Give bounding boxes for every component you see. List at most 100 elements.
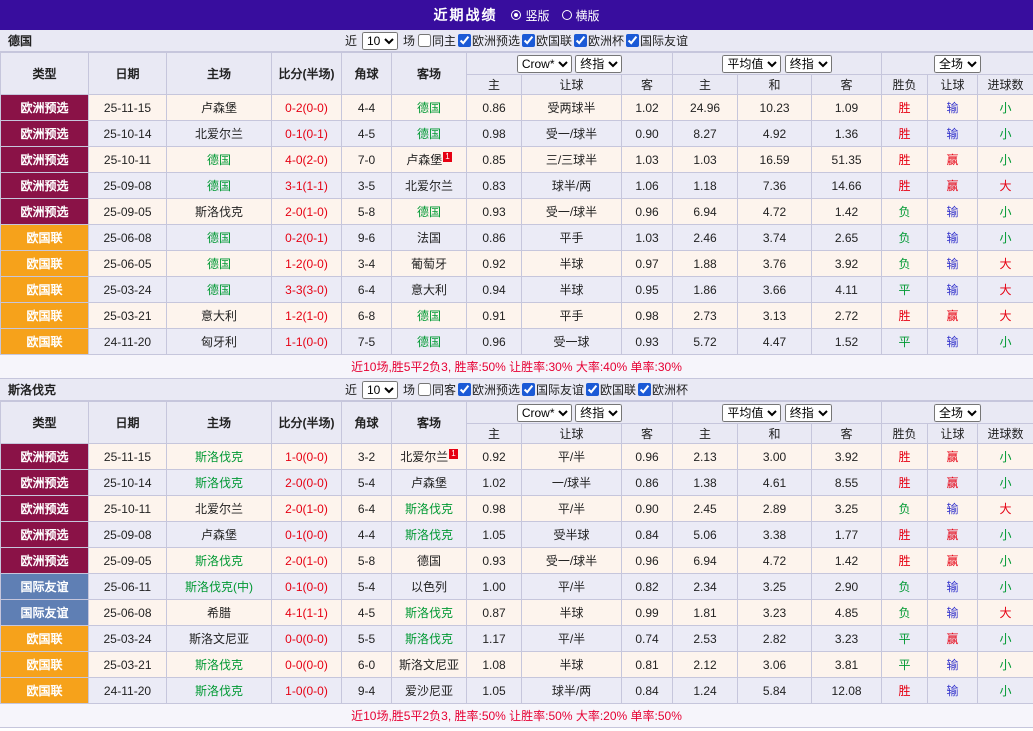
filter-checkbox[interactable]: [458, 383, 471, 396]
bookmaker-select[interactable]: Crow*: [517, 55, 572, 73]
away-team-cell: 法国: [392, 225, 467, 251]
avg-draw-cell: 3.76: [738, 251, 812, 277]
odds-stage-select[interactable]: 终指: [575, 55, 622, 73]
type-cell: 欧洲预选: [1, 548, 89, 574]
filter-欧洲预选[interactable]: 欧洲预选: [458, 381, 520, 398]
filter-欧国联[interactable]: 欧国联: [522, 32, 572, 49]
match-row: 欧国联25-06-08德国0-2(0-1)9-6法国0.86平手1.032.46…: [1, 225, 1033, 251]
full-time-select[interactable]: 全场: [934, 55, 981, 73]
radio-label: 横版: [576, 7, 600, 24]
match-row: 国际友谊25-06-11斯洛伐克(中)0-1(0-0)5-4以色列1.00平/半…: [1, 574, 1033, 600]
slovakia-summary: 近10场,胜5平2负3, 胜率:50% 让胜率:50% 大率:20% 单率:50…: [0, 704, 1033, 728]
handicap-result-cell: 赢: [928, 522, 978, 548]
type-cell: 欧洲预选: [1, 444, 89, 470]
score-cell: 0-1(0-1): [272, 121, 342, 147]
avg-home-cell: 2.34: [673, 574, 738, 600]
team-name: 卢森堡: [406, 153, 442, 167]
avg-home-cell: 1.24: [673, 678, 738, 704]
score-cell: 4-1(1-1): [272, 600, 342, 626]
filter-欧洲杯[interactable]: 欧洲杯: [638, 381, 688, 398]
handicap-result-cell: 赢: [928, 444, 978, 470]
away-team-cell: 斯洛文尼亚: [392, 652, 467, 678]
handicap-result-cell: 赢: [928, 147, 978, 173]
filter-checkbox[interactable]: [458, 34, 471, 47]
team-name: 斯洛伐克: [195, 554, 243, 568]
handicap-cell: 球半/两: [522, 678, 622, 704]
filter-checkbox[interactable]: [522, 383, 535, 396]
avg-home-cell: 5.72: [673, 329, 738, 355]
avg-away-cell: 3.92: [812, 251, 882, 277]
handicap-result-cell: 赢: [928, 626, 978, 652]
col-score: 比分(半场): [272, 402, 342, 444]
match-count-select[interactable]: 10: [362, 381, 398, 399]
avg-draw-cell: 5.84: [738, 678, 812, 704]
home-team-cell: 斯洛伐克: [167, 199, 272, 225]
layout-option-竖版[interactable]: 竖版: [511, 7, 549, 24]
odds-home-cell: 0.85: [467, 147, 522, 173]
result-cell: 负: [882, 251, 928, 277]
corner-cell: 6-4: [342, 277, 392, 303]
filter-欧洲杯[interactable]: 欧洲杯: [574, 32, 624, 49]
filter-国际友谊[interactable]: 国际友谊: [522, 381, 584, 398]
filter-checkbox[interactable]: [418, 34, 431, 47]
filter-checkbox[interactable]: [638, 383, 651, 396]
filter-同客[interactable]: 同客: [418, 381, 456, 398]
slovakia-league-filters: 同客欧洲预选国际友谊欧国联欧洲杯: [418, 381, 688, 398]
avg-select[interactable]: 平均值: [722, 55, 781, 73]
filter-欧国联[interactable]: 欧国联: [586, 381, 636, 398]
odds-home-cell: 0.98: [467, 121, 522, 147]
col-avg-draw: 和: [738, 424, 812, 444]
goals-cell: 小: [978, 147, 1033, 173]
team-name: 北爱尔兰: [195, 127, 243, 141]
result-cell: 胜: [882, 147, 928, 173]
avg-away-cell: 12.08: [812, 678, 882, 704]
team-name: 匈牙利: [201, 335, 237, 349]
type-cell: 国际友谊: [1, 574, 89, 600]
type-cell: 欧洲预选: [1, 95, 89, 121]
avg-home-cell: 1.38: [673, 470, 738, 496]
filter-checkbox[interactable]: [418, 383, 431, 396]
odds-stage-select[interactable]: 终指: [575, 404, 622, 422]
score-cell: 2-0(1-0): [272, 548, 342, 574]
full-time-select[interactable]: 全场: [934, 404, 981, 422]
date-cell: 25-10-14: [89, 121, 167, 147]
date-cell: 25-10-14: [89, 470, 167, 496]
filter-checkbox[interactable]: [574, 34, 587, 47]
home-team-cell: 斯洛文尼亚: [167, 626, 272, 652]
col-date: 日期: [89, 402, 167, 444]
match-row: 欧洲预选25-10-11德国4-0(2-0)7-0卢森堡10.85三/三球半1.…: [1, 147, 1033, 173]
filter-欧洲预选[interactable]: 欧洲预选: [458, 32, 520, 49]
match-count-select[interactable]: 10: [362, 32, 398, 50]
avg-stage-select[interactable]: 终指: [785, 404, 832, 422]
filter-checkbox[interactable]: [522, 34, 535, 47]
date-cell: 25-03-24: [89, 277, 167, 303]
odds-away-cell: 0.81: [622, 652, 673, 678]
filter-国际友谊[interactable]: 国际友谊: [626, 32, 688, 49]
away-team-cell: 意大利: [392, 277, 467, 303]
handicap-cell: 平手: [522, 303, 622, 329]
filter-checkbox[interactable]: [626, 34, 639, 47]
filter-同主[interactable]: 同主: [418, 32, 456, 49]
avg-select[interactable]: 平均值: [722, 404, 781, 422]
score-cell: 2-0(1-0): [272, 496, 342, 522]
bookmaker-select[interactable]: Crow*: [517, 404, 572, 422]
result-cell: 胜: [882, 470, 928, 496]
odds-away-cell: 0.96: [622, 444, 673, 470]
avg-draw-cell: 4.92: [738, 121, 812, 147]
filter-checkbox[interactable]: [586, 383, 599, 396]
filter-label: 同客: [432, 381, 456, 398]
score-cell: 0-2(0-0): [272, 95, 342, 121]
date-cell: 25-10-11: [89, 147, 167, 173]
odds-away-cell: 0.84: [622, 678, 673, 704]
handicap-result-cell: 输: [928, 121, 978, 147]
odds-away-cell: 0.98: [622, 303, 673, 329]
avg-stage-select[interactable]: 终指: [785, 55, 832, 73]
col-type: 类型: [1, 402, 89, 444]
match-row: 欧洲预选25-10-14北爱尔兰0-1(0-1)4-5德国0.98受一/球半0.…: [1, 121, 1033, 147]
team-name: 卢森堡: [201, 101, 237, 115]
result-cell: 负: [882, 600, 928, 626]
layout-option-横版[interactable]: 横版: [562, 7, 600, 24]
odds-home-cell: 0.94: [467, 277, 522, 303]
odds-away-cell: 0.84: [622, 522, 673, 548]
goals-cell: 小: [978, 548, 1033, 574]
